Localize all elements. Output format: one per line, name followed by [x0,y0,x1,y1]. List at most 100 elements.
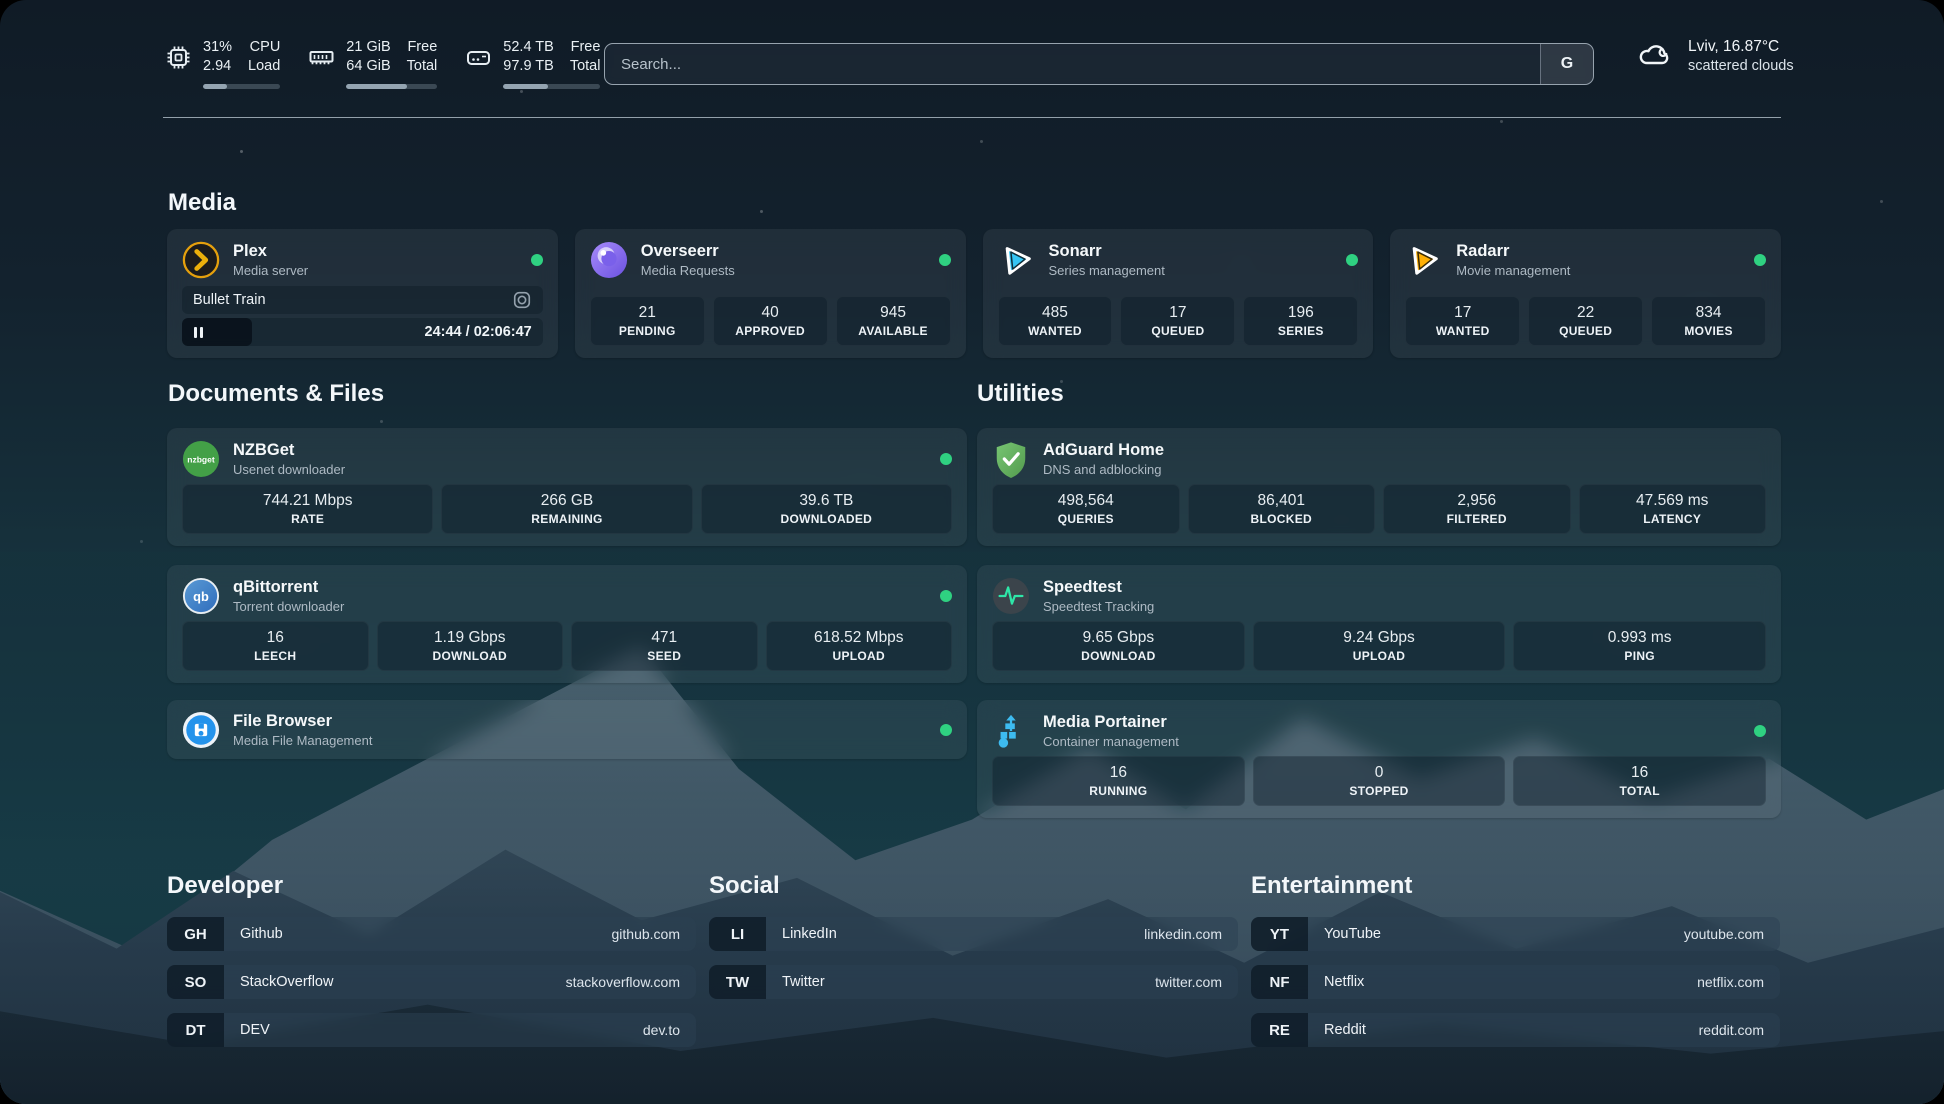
bookmark-stackoverflow[interactable]: SO StackOverflow stackoverflow.com [167,965,696,999]
service-name: Plex [233,241,308,262]
bookmark-linkedin[interactable]: LI LinkedIn linkedin.com [709,917,1238,951]
stat-value: 0.993 ms [1516,627,1763,648]
sonarr-icon [998,241,1036,279]
bookmark-twitter[interactable]: TW Twitter twitter.com [709,965,1238,999]
stat-label: DOWNLOADED [704,511,949,527]
memory-labels: Free Total [407,38,438,76]
memory-label-bottom: Total [407,57,438,76]
service-subtitle: Usenet downloader [233,461,345,478]
stat-label: QUEUED [1531,323,1640,339]
plex-icon [182,241,220,279]
stat-value: 485 [1001,302,1110,323]
service-card-portainer[interactable]: Media Portainer Container management 16 … [977,700,1781,818]
weather-condition: scattered clouds [1688,57,1794,76]
memory-icon [308,44,335,71]
stat-label: QUERIES [995,511,1177,527]
memory-label-top: Free [407,38,438,57]
stat-label: RATE [185,511,430,527]
search-engine-button[interactable]: G [1540,44,1593,84]
status-dot [1754,254,1766,266]
bookmarks-entertainment: Entertainment YT YouTube youtube.com NF … [1251,871,1780,1061]
stat-label: WANTED [1001,323,1110,339]
service-subtitle: Container management [1043,733,1179,750]
disk-stat: 52.4 TB 97.9 TB Free Total [465,38,600,89]
service-subtitle: Speedtest Tracking [1043,598,1154,615]
stat-value: 266 GB [444,490,689,511]
stat-box: 16 RUNNING [992,756,1245,806]
bookmark-abbr: LI [709,917,766,951]
service-card-qbittorrent[interactable]: qb qBittorrent Torrent downloader 16 LEE… [167,565,967,683]
stat-box: 9.65 Gbps DOWNLOAD [992,621,1245,671]
service-card-plex[interactable]: Plex Media server Bullet Train 24:44 / 0… [167,229,558,358]
status-dot [1754,725,1766,737]
memory-total: 64 GiB [346,57,390,76]
stat-value: 86,401 [1191,490,1373,511]
stat-value: 744.21 Mbps [185,490,430,511]
stat-value: 196 [1246,302,1355,323]
bookmark-reddit[interactable]: RE Reddit reddit.com [1251,1013,1780,1047]
stat-value: 0 [1256,762,1503,783]
bookmark-url: twitter.com [1155,974,1222,990]
stat-label: LATENCY [1582,511,1764,527]
status-dot [940,724,952,736]
stat-box: 39.6 TB DOWNLOADED [701,484,952,534]
overseerr-icon [590,241,628,279]
status-dot [940,453,952,465]
service-card-speedtest[interactable]: Speedtest Speedtest Tracking 9.65 Gbps D… [977,565,1781,683]
stat-box: 0 STOPPED [1253,756,1506,806]
system-stats: 31% 2.94 CPU Load 21 GiB 64 GiB [165,38,600,89]
service-name: NZBGet [233,440,345,461]
disk-label-bottom: Total [570,57,601,76]
service-name: Radarr [1456,241,1570,262]
stat-box: 498,564 QUERIES [992,484,1180,534]
service-subtitle: Series management [1049,262,1165,279]
bookmark-dev[interactable]: DT DEV dev.to [167,1013,696,1047]
service-name: qBittorrent [233,577,344,598]
adguard-icon [992,440,1030,478]
section-title-entertainment: Entertainment [1251,871,1780,901]
search-input[interactable] [605,44,1540,84]
bookmark-name: Reddit [1324,1022,1366,1038]
service-card-sonarr[interactable]: Sonarr Series management 485 WANTED 17 Q… [983,229,1374,358]
cpu-stat: 31% 2.94 CPU Load [165,38,280,89]
filebrowser-icon [182,711,220,749]
section-title-utilities: Utilities [977,379,1064,409]
stat-box: 16 TOTAL [1513,756,1766,806]
stat-box: 9.24 Gbps UPLOAD [1253,621,1506,671]
status-dot [939,254,951,266]
stat-label: REMAINING [444,511,689,527]
now-playing: Bullet Train 24:44 / 02:06:47 [182,286,543,346]
section-title-developer: Developer [167,871,696,901]
stat-box: 21 PENDING [590,296,705,346]
stat-label: WANTED [1408,323,1517,339]
bookmark-netflix[interactable]: NF Netflix netflix.com [1251,965,1780,999]
bookmark-name: Github [240,926,283,942]
service-card-filebrowser[interactable]: File Browser Media File Management [167,700,967,759]
svg-text:qb: qb [193,589,209,604]
memory-free: 21 GiB [346,38,390,57]
stat-value: 39.6 TB [704,490,949,511]
service-card-radarr[interactable]: Radarr Movie management 17 WANTED 22 QUE… [1390,229,1781,358]
bookmark-youtube[interactable]: YT YouTube youtube.com [1251,917,1780,951]
bookmark-github[interactable]: GH Github github.com [167,917,696,951]
svg-text:nzbget: nzbget [187,454,215,464]
disk-values: 52.4 TB 97.9 TB [503,38,554,76]
stat-value: 17 [1123,302,1232,323]
service-card-adguard[interactable]: AdGuard Home DNS and adblocking 498,564 … [977,428,1781,546]
bookmark-abbr: TW [709,965,766,999]
service-card-overseerr[interactable]: Overseerr Media Requests 21 PENDING 40 A… [575,229,966,358]
stat-value: 834 [1654,302,1763,323]
disk-label-top: Free [570,38,601,57]
stat-label: SERIES [1246,323,1355,339]
stat-box: 40 APPROVED [713,296,828,346]
cpu-percent: 31% [203,38,232,57]
service-card-nzbget[interactable]: nzbget NZBGet Usenet downloader 744.21 M… [167,428,967,546]
nzbget-icon: nzbget [182,440,220,478]
bookmark-url: netflix.com [1697,974,1764,990]
now-playing-title: Bullet Train [193,292,266,308]
stat-box: 0.993 ms PING [1513,621,1766,671]
pause-button[interactable] [194,327,203,338]
status-dot [940,590,952,602]
stat-box: 17 QUEUED [1120,296,1235,346]
memory-progress-bar [346,84,437,89]
